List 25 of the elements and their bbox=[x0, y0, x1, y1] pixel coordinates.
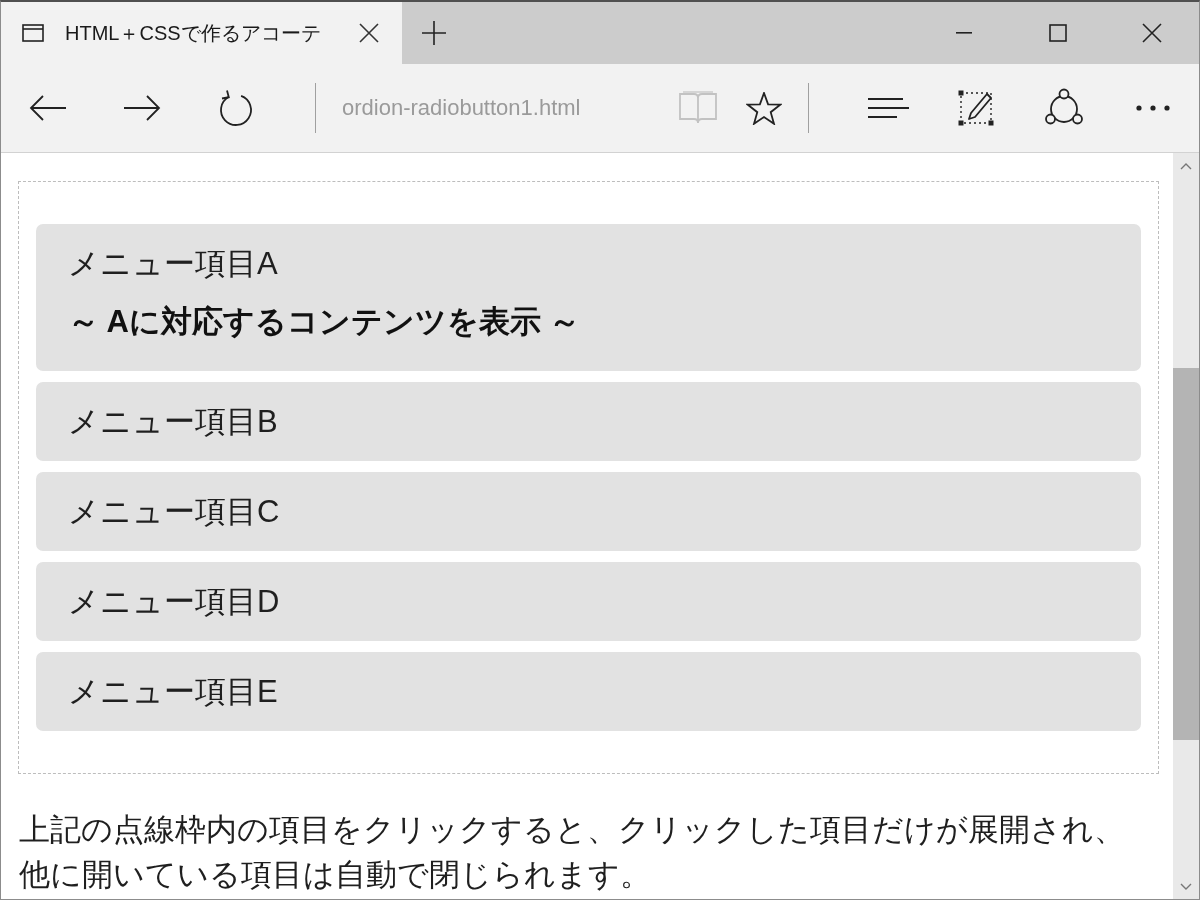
chevron-down-icon bbox=[1180, 882, 1192, 890]
refresh-icon bbox=[218, 89, 254, 127]
accordion-header[interactable]: メニュー項目A bbox=[68, 245, 1109, 282]
minimize-icon bbox=[956, 32, 972, 34]
back-arrow-icon bbox=[29, 94, 67, 122]
close-icon bbox=[1142, 23, 1162, 43]
accordion-header[interactable]: メニュー項目B bbox=[68, 403, 1109, 440]
pencil-icon bbox=[957, 89, 995, 127]
chevron-up-icon bbox=[1180, 162, 1192, 170]
book-icon bbox=[678, 91, 718, 125]
accordion-content: ～ Aに対応するコンテンツを表示 ～ bbox=[68, 303, 582, 340]
accordion-header[interactable]: メニュー項目E bbox=[68, 673, 1109, 710]
plus-icon bbox=[422, 21, 446, 45]
page-icon bbox=[22, 24, 44, 42]
star-icon bbox=[746, 91, 782, 125]
lines-icon bbox=[867, 97, 909, 119]
description-text: 上記の点線枠内の項目をクリックすると、クリックした項目だけが展開され、他に開いている項目は自動で閉じられます。 bbox=[19, 811, 1126, 894]
more-icon bbox=[1136, 105, 1170, 111]
accordion-header[interactable]: メニュー項目C bbox=[68, 493, 1109, 530]
maximize-icon bbox=[1049, 24, 1067, 42]
scrollbar-thumb[interactable] bbox=[1173, 368, 1199, 740]
browser-tab[interactable]: HTML＋CSSで作るアコーテ bbox=[1, 2, 402, 64]
accordion-header[interactable]: メニュー項目D bbox=[68, 583, 1109, 620]
forward-arrow-icon bbox=[123, 94, 161, 122]
close-icon bbox=[359, 23, 379, 43]
